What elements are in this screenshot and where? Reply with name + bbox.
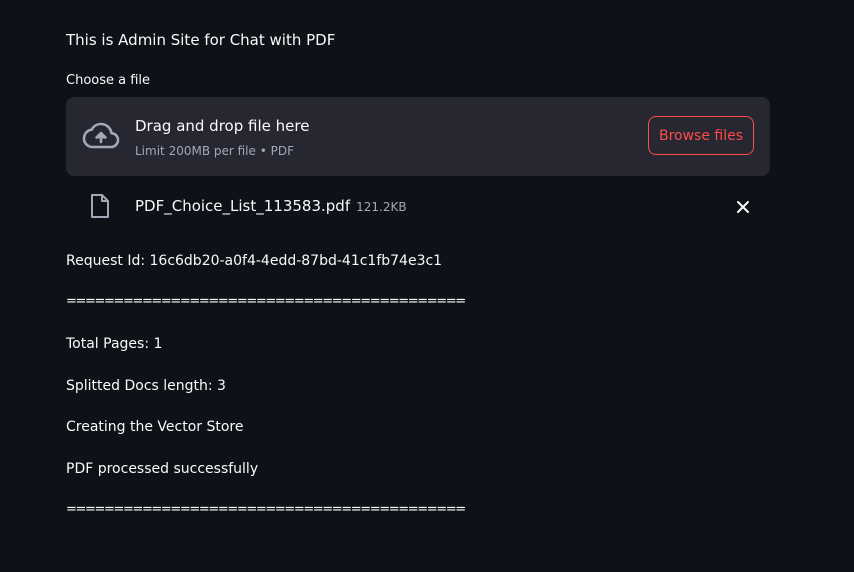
uploaded-file-row: PDF_Choice_List_113583.pdf 121.2KB xyxy=(66,192,770,222)
vector-store-text: Creating the Vector Store xyxy=(66,419,244,435)
file-icon xyxy=(91,194,109,218)
uploaded-file-name: PDF_Choice_List_113583.pdf xyxy=(135,197,351,215)
close-icon[interactable] xyxy=(736,200,750,214)
splitted-docs-text: Splitted Docs length: 3 xyxy=(66,378,226,394)
processed-status-text: PDF processed successfully xyxy=(66,461,259,477)
browse-files-button[interactable]: Browse files xyxy=(648,116,754,155)
uploader-label: Choose a file xyxy=(66,73,151,88)
request-id-text: Request Id: 16c6db20-a0f4-4edd-87bd-41c1… xyxy=(66,253,443,269)
cloud-upload-icon xyxy=(82,122,120,149)
page-title: This is Admin Site for Chat with PDF xyxy=(66,31,336,49)
dropzone-instructions: Drag and drop file here xyxy=(135,117,310,135)
uploaded-file-info: PDF_Choice_List_113583.pdf 121.2KB xyxy=(135,196,407,217)
separator-line: ========================================… xyxy=(66,502,466,517)
uploaded-file-size: 121.2KB xyxy=(356,200,407,214)
total-pages-text: Total Pages: 1 xyxy=(66,336,163,352)
separator-line: ========================================… xyxy=(66,294,466,309)
dropzone-limit-text: Limit 200MB per file • PDF xyxy=(135,144,294,158)
file-dropzone[interactable]: Drag and drop file here Limit 200MB per … xyxy=(66,97,770,176)
